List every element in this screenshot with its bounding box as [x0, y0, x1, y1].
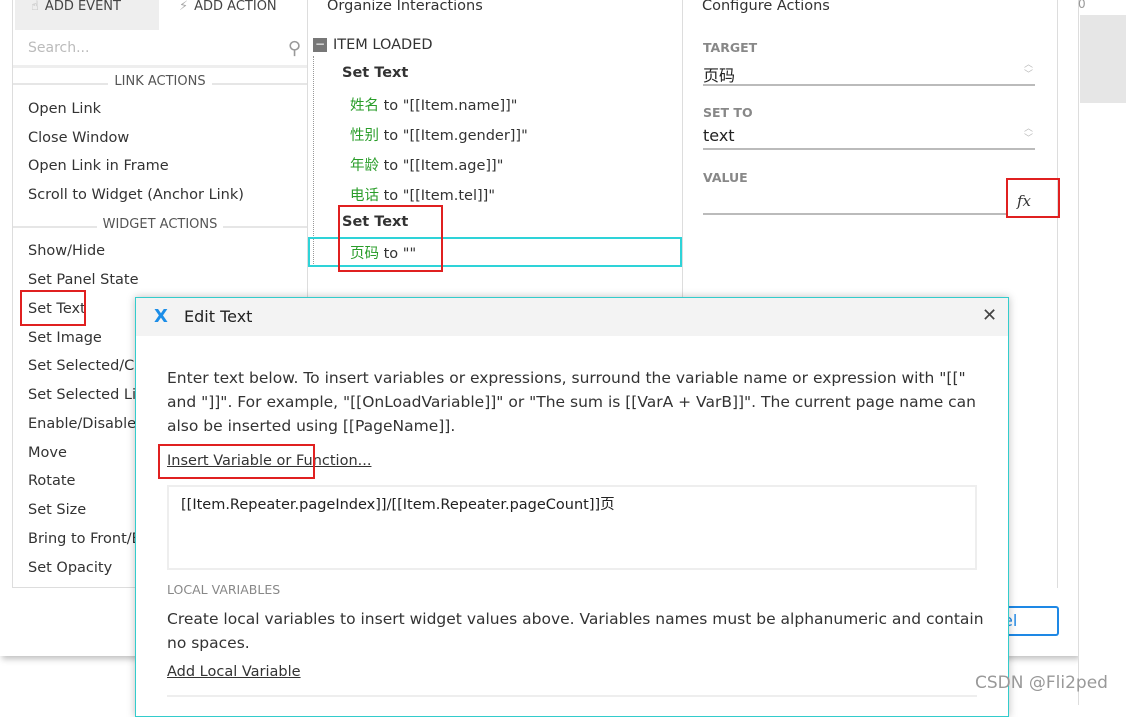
value-input[interactable] — [703, 191, 1008, 215]
action-set-opacity[interactable]: Set Opacity — [28, 560, 112, 576]
action-rotate[interactable]: Rotate — [28, 473, 75, 489]
action-close-window[interactable]: Close Window — [28, 130, 129, 146]
action-open-link-in-frame[interactable]: Open Link in Frame — [28, 158, 169, 174]
assignment[interactable]: 年龄 to "[[Item.age]]" — [350, 154, 503, 175]
action-scroll-to-widget[interactable]: Scroll to Widget (Anchor Link) — [28, 187, 244, 203]
dialog-intro: Enter text below. To insert variables or… — [167, 369, 977, 435]
assignment[interactable]: 电话 to "[[Item.tel]]" — [350, 184, 495, 205]
text-editor[interactable]: [[Item.Repeater.pageIndex]]/[[Item.Repea… — [167, 485, 977, 570]
panel-title: Configure Actions — [702, 0, 830, 14]
assignment[interactable]: 姓名 to "[[Item.name]]" — [350, 94, 517, 115]
action-set-image[interactable]: Set Image — [28, 330, 102, 346]
action-set-text-1[interactable]: Set Text — [342, 65, 408, 81]
axure-logo-icon: X — [154, 306, 168, 327]
set-to-label: SET TO — [703, 105, 753, 120]
watermark: CSDN @Fli2ped — [975, 673, 1108, 693]
action-open-link[interactable]: Open Link — [28, 101, 101, 117]
close-icon[interactable]: ✕ — [982, 305, 997, 326]
local-variables-table — [167, 695, 977, 715]
edit-text-dialog: X Edit Text ✕ Enter text below. To inser… — [135, 297, 1009, 717]
action-set-panel-state[interactable]: Set Panel State — [28, 272, 139, 288]
value-label: VALUE — [703, 170, 748, 185]
fx-button[interactable]: fx — [1017, 192, 1031, 210]
dialog-header — [136, 298, 1008, 336]
canvas-widget — [1080, 15, 1126, 103]
spinner-icon: ︿ ﹀ — [1023, 60, 1033, 80]
search-icon: ⚲ — [287, 38, 301, 59]
widget-actions-header: WIDGET ACTIONS — [13, 217, 307, 237]
event-item-loaded[interactable]: − ITEM LOADED — [313, 37, 433, 53]
highlight-box — [20, 290, 86, 326]
link-actions-header: LINK ACTIONS — [13, 74, 307, 94]
add-local-variable-link[interactable]: Add Local Variable — [167, 664, 301, 680]
lightning-plus-icon: ⚡ — [179, 0, 189, 14]
action-bring-to-front[interactable]: Bring to Front/B — [28, 531, 142, 547]
search-input[interactable]: Search... ⚲ — [13, 32, 307, 68]
tree-line — [313, 56, 314, 266]
highlight-box — [1006, 178, 1060, 218]
panel-title: Organize Interactions — [327, 0, 483, 14]
ruler: 0 — [1078, 0, 1086, 11]
local-variables-desc: Create local variables to insert widget … — [167, 610, 984, 652]
spinner-icon: ︿ ﹀ — [1023, 124, 1033, 144]
dialog-title: Edit Text — [184, 307, 253, 326]
set-to-select[interactable]: text ︿ ﹀ — [703, 124, 1035, 150]
local-variables-header: LOCAL VARIABLES — [167, 582, 281, 597]
action-set-size[interactable]: Set Size — [28, 502, 86, 518]
tab-add-event[interactable]: ☝ ADD EVENT — [15, 0, 159, 30]
cursor-click-icon: ☝ — [31, 0, 39, 14]
collapse-icon[interactable]: − — [313, 38, 327, 52]
target-label: TARGET — [703, 40, 758, 55]
action-enable-disable[interactable]: Enable/Disable — [28, 416, 136, 432]
action-set-selected-list[interactable]: Set Selected Lis — [28, 387, 144, 403]
highlight-box — [158, 444, 315, 479]
highlight-box — [338, 205, 443, 272]
tab-add-action[interactable]: ⚡ ADD ACTION — [163, 0, 303, 30]
action-set-selected[interactable]: Set Selected/Ch — [28, 358, 143, 374]
action-move[interactable]: Move — [28, 445, 67, 461]
action-show-hide[interactable]: Show/Hide — [28, 243, 105, 259]
assignment[interactable]: 性别 to "[[Item.gender]]" — [350, 124, 528, 145]
target-select[interactable]: 页码 ︿ ﹀ — [703, 60, 1035, 86]
canvas-area — [1078, 0, 1126, 705]
